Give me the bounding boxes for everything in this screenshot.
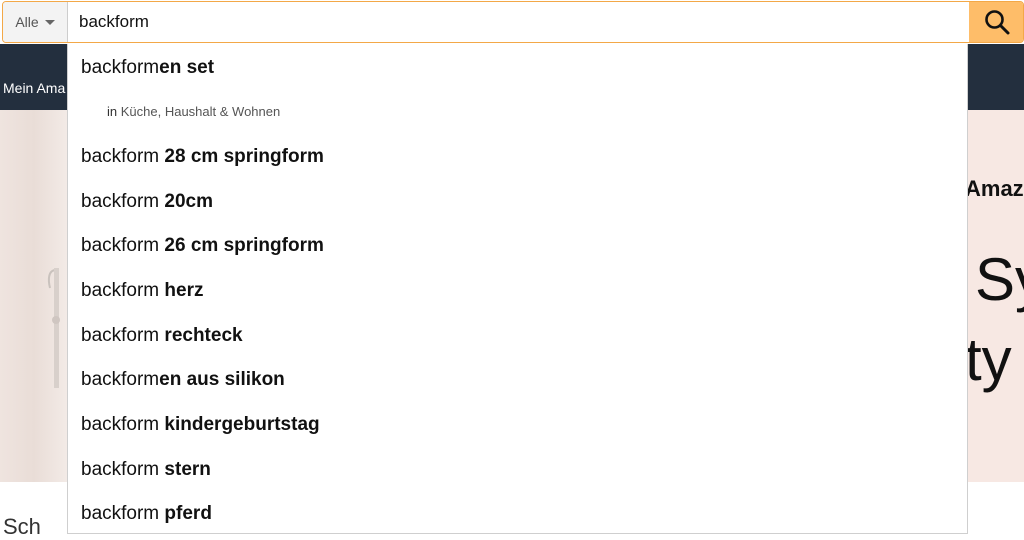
suggestion-prefix: backform <box>81 146 165 167</box>
suggestion-suffix: 26 cm springform <box>164 235 324 256</box>
nav-account-link[interactable]: Mein Ama <box>3 80 65 96</box>
suggestion-item[interactable]: backform kindergeburtstag <box>81 410 320 440</box>
hero-heading: Amaz <box>965 176 1024 201</box>
suggestion-dropdown: backformen set in Küche, Haushalt & Wohn… <box>67 44 968 534</box>
hero-photo <box>0 110 68 482</box>
suggestion-prefix: backform <box>81 459 165 480</box>
suggestion-prefix: backform <box>81 503 165 524</box>
suggestion-suffix: en set <box>159 57 215 78</box>
suggestion-item[interactable]: backformen set <box>81 53 214 83</box>
scope-in-label: in <box>107 104 118 119</box>
suggestion-suffix: kindergeburtstag <box>164 414 320 435</box>
suggestion-prefix: backform <box>81 191 165 212</box>
suggestion-suffix: stern <box>164 459 211 480</box>
suggestion-prefix: backform <box>81 369 160 390</box>
suggestion-suffix: 20cm <box>164 191 214 212</box>
suggestion-item[interactable]: backform herz <box>81 276 204 306</box>
suggestion-item[interactable]: backform 28 cm springform <box>81 142 324 172</box>
search-input[interactable] <box>69 2 969 42</box>
scope-category: Küche, Haushalt & Wohnen <box>120 104 281 119</box>
suggestion-scope[interactable]: in Küche, Haushalt & Wohnen <box>107 104 280 119</box>
department-select[interactable]: Alle <box>3 2 68 42</box>
suggestion-suffix: 28 cm springform <box>164 146 324 167</box>
suggestion-suffix: pferd <box>164 503 212 524</box>
suggestion-item[interactable]: backform 26 cm springform <box>81 231 324 261</box>
top-bar: Alle <box>0 0 1024 46</box>
hero-title-line-2: ty <box>965 326 1012 393</box>
caret-down-icon <box>44 19 55 25</box>
suggestion-item[interactable]: backform rechteck <box>81 321 243 351</box>
search-bar: Alle <box>2 1 1024 43</box>
suggestion-prefix: backform <box>81 414 165 435</box>
suggestion-prefix: backform <box>81 325 165 346</box>
suggestion-prefix: backform <box>81 57 160 78</box>
hero-title-line-1: Sy <box>975 246 1024 313</box>
suggestion-suffix: en aus silikon <box>159 369 285 390</box>
department-label: Alle <box>15 14 39 30</box>
suggestion-suffix: herz <box>164 280 204 301</box>
section-heading: Sch <box>3 514 41 539</box>
magnifier-icon <box>985 10 1010 35</box>
search-button[interactable] <box>969 2 1023 42</box>
suggestion-item[interactable]: backform stern <box>81 455 211 485</box>
suggestion-prefix: backform <box>81 280 165 301</box>
faucet-icon <box>47 268 60 388</box>
suggestion-item[interactable]: backformen aus silikon <box>81 365 285 395</box>
suggestion-item[interactable]: backform pferd <box>81 499 212 529</box>
suggestion-suffix: rechteck <box>164 325 243 346</box>
suggestion-item[interactable]: backform 20cm <box>81 187 213 217</box>
suggestion-prefix: backform <box>81 235 165 256</box>
